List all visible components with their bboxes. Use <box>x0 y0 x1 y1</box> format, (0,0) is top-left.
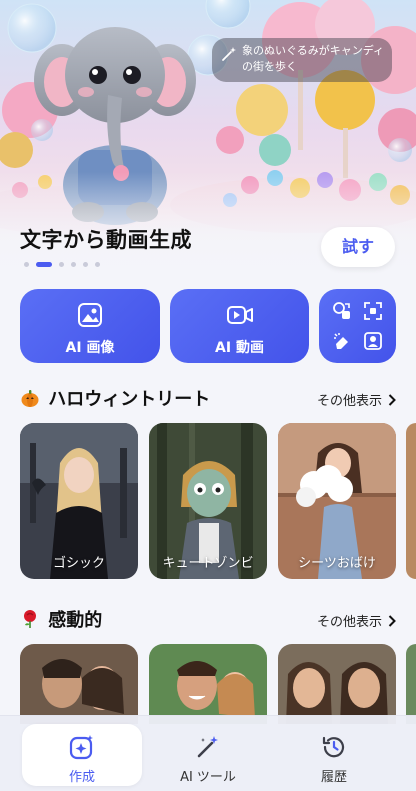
video-icon <box>226 306 253 324</box>
tab-label: 履歴 <box>320 770 347 785</box>
card-image <box>406 423 416 579</box>
prompt-chip: 象のぬいぐるみがキャンディの街を歩く <box>212 38 392 82</box>
section-title-touching: 感動的 <box>20 606 102 632</box>
ai-image-button[interactable]: AI 画像 <box>20 289 160 363</box>
carousel-dot-active[interactable] <box>36 262 52 267</box>
pumpkin-icon <box>21 390 39 407</box>
template-card-sheet-ghost[interactable]: シーツおばけ <box>278 423 396 579</box>
ai-video-label: AI 動画 <box>215 340 264 356</box>
card-label: シーツおばけ <box>298 556 376 571</box>
card-image <box>278 644 396 724</box>
template-card-touching-3[interactable] <box>278 644 396 724</box>
bottom-tab-bar: 作成 AI ツール 履歴 <box>0 715 416 791</box>
card-image <box>20 644 138 724</box>
hero-banner[interactable]: 象のぬいぐるみがキャンディの街を歩く 文字から動画生成 試す <box>0 0 416 282</box>
card-image <box>406 644 416 724</box>
see-more-label: その他表示 <box>316 615 382 630</box>
eraser-icon <box>334 333 348 349</box>
template-card-touching-1[interactable] <box>20 644 138 724</box>
carousel-dot[interactable] <box>24 262 29 267</box>
carousel-dot[interactable] <box>83 262 88 267</box>
section-title-text: ハロウィントリート <box>48 389 211 410</box>
template-card-peek[interactable] <box>406 644 416 724</box>
crop-expand-icon <box>364 302 382 320</box>
tab-history[interactable]: 履歴 <box>274 724 394 786</box>
card-image <box>149 644 267 724</box>
tab-ai-tools[interactable]: AI ツール <box>148 724 268 786</box>
tab-label: AI ツール <box>180 770 236 785</box>
tab-label: 作成 <box>68 770 95 785</box>
see-more-touching[interactable]: その他表示 <box>317 611 396 630</box>
see-more-label: その他表示 <box>316 394 382 409</box>
prompt-text: 象のぬいぐるみがキャンディの街を歩く <box>242 44 385 73</box>
chevron-right-icon <box>388 394 396 406</box>
magic-wand-icon <box>197 736 218 758</box>
carousel-dot[interactable] <box>71 262 76 267</box>
image-icon <box>78 303 102 327</box>
try-button[interactable]: 試す <box>321 227 395 267</box>
magic-wand-icon <box>222 47 236 61</box>
see-more-halloween[interactable]: その他表示 <box>317 390 396 409</box>
rose-icon <box>24 610 36 628</box>
hero-title: 文字から動画生成 <box>20 228 192 252</box>
chevron-right-icon <box>388 615 396 627</box>
portrait-icon <box>364 332 382 350</box>
ai-video-button[interactable]: AI 動画 <box>170 289 309 363</box>
card-label: ゴシック <box>52 556 105 571</box>
carousel-dot[interactable] <box>59 262 64 267</box>
sparkle-create-icon <box>69 735 93 760</box>
carousel-indicator <box>24 262 100 267</box>
tab-create[interactable]: 作成 <box>22 724 142 786</box>
template-card-touching-2[interactable] <box>149 644 267 724</box>
section-title-text: 感動的 <box>48 610 103 631</box>
more-tools-button[interactable] <box>319 289 396 363</box>
history-icon <box>322 736 345 758</box>
carousel-dot[interactable] <box>95 262 100 267</box>
template-card-cute-zombie[interactable]: キュートゾンビ <box>149 423 267 579</box>
section-title-halloween: ハロウィントリート <box>20 385 210 411</box>
ai-image-label: AI 画像 <box>65 340 115 356</box>
template-card-gothic[interactable]: ゴシック <box>20 423 138 579</box>
card-label: キュートゾンビ <box>162 556 254 571</box>
swap-icon <box>333 302 350 319</box>
template-card-peek[interactable] <box>406 423 416 579</box>
